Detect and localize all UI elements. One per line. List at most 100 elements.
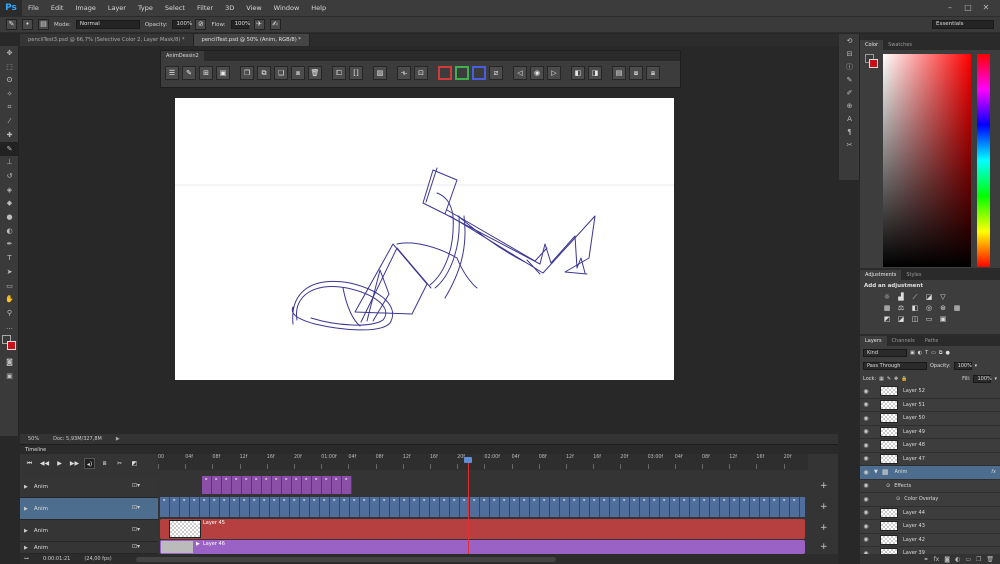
- frame-cell[interactable]: ▸: [770, 497, 780, 517]
- mode-select[interactable]: Normal: [75, 20, 140, 29]
- frame-cell[interactable]: ▸: [220, 497, 230, 517]
- layer-row[interactable]: ◉ Layer 48: [860, 439, 1000, 453]
- frame-cell[interactable]: ▸: [610, 497, 620, 517]
- brush-panel-toggle-icon[interactable]: ▤: [38, 19, 49, 30]
- frame-cell[interactable]: ▸: [300, 497, 310, 517]
- frame-cell[interactable]: ▸: [262, 476, 272, 494]
- frame-cell[interactable]: ▸: [400, 497, 410, 517]
- frame-cell[interactable]: ▸: [180, 497, 190, 517]
- layer-row[interactable]: ◉ Layer 44: [860, 506, 1000, 520]
- color-balance-icon[interactable]: ⚖: [896, 303, 906, 313]
- transition-icon[interactable]: ◩: [129, 458, 140, 469]
- tool-presets-icon[interactable]: ✂: [839, 138, 860, 151]
- close-button[interactable]: ✕: [980, 3, 992, 13]
- tab-pencil-test-3[interactable]: pencilTest3.psd @ 66,7% (Selective Color…: [20, 34, 194, 46]
- brush-tool-preset-icon[interactable]: ✎: [6, 19, 17, 30]
- filter-smart-icon[interactable]: ⧉: [939, 350, 943, 356]
- crop-tool-icon[interactable]: ⌗: [0, 101, 19, 115]
- duplicate-frame-icon[interactable]: ⧉: [257, 66, 271, 80]
- split-left-icon[interactable]: ◧: [571, 66, 585, 80]
- frame-cell[interactable]: ▸: [230, 497, 240, 517]
- green-overlay-icon[interactable]: [455, 66, 469, 80]
- frame-cell[interactable]: ▸: [700, 497, 710, 517]
- frame-cell[interactable]: ▸: [670, 497, 680, 517]
- frame-cell[interactable]: ▸: [312, 476, 322, 494]
- frame-cell[interactable]: ▸: [380, 497, 390, 517]
- channel-mixer-icon[interactable]: ⊛: [938, 303, 948, 313]
- frame-cell[interactable]: ▸: [342, 476, 352, 494]
- posterize-icon[interactable]: ◪: [896, 314, 906, 324]
- add-mask-icon[interactable]: ◙: [944, 556, 950, 563]
- frame-cell[interactable]: ▸: [650, 497, 660, 517]
- timeline-row[interactable]: ▶ Anim ⊡▾: [20, 498, 158, 520]
- delete-frame-icon[interactable]: 🗑: [308, 66, 322, 80]
- quick-mask-icon[interactable]: ◙: [0, 355, 19, 369]
- eraser-tool-icon[interactable]: ◈: [0, 183, 19, 197]
- frame-cell[interactable]: ▸: [590, 497, 600, 517]
- exposure-icon[interactable]: ◪: [924, 292, 934, 302]
- new-adjustment-icon[interactable]: ◐: [955, 556, 960, 563]
- tab-adjustments[interactable]: Adjustments: [860, 270, 902, 280]
- frame-cell[interactable]: ▸: [500, 497, 510, 517]
- frame-cell[interactable]: ▸: [690, 497, 700, 517]
- frame-cell[interactable]: ▸: [420, 497, 430, 517]
- menu-type[interactable]: Type: [132, 4, 159, 12]
- frame-cell[interactable]: ▸: [760, 497, 770, 517]
- frame-cell[interactable]: ▸: [480, 497, 490, 517]
- menu-image[interactable]: Image: [69, 4, 101, 12]
- frame-cell[interactable]: ▸: [302, 476, 312, 494]
- background-color-swatch[interactable]: [7, 341, 16, 351]
- flow-field[interactable]: 100%: [230, 20, 250, 29]
- track-options-icon[interactable]: ⊡▾: [132, 543, 140, 550]
- frame-cell[interactable]: ▸: [360, 497, 370, 517]
- center-icon[interactable]: ◉: [530, 66, 544, 80]
- visibility-eye-icon[interactable]: ◉: [860, 455, 872, 462]
- effect-eye-icon[interactable]: ◉: [860, 496, 872, 503]
- history-icon[interactable]: ⟲: [839, 34, 860, 47]
- color-spectrum-field[interactable]: [883, 54, 971, 267]
- red-overlay-icon[interactable]: [438, 66, 452, 80]
- zoom-tool-icon[interactable]: ⚲: [0, 306, 19, 320]
- tab-color[interactable]: Color: [860, 40, 884, 50]
- save-icon[interactable]: ▣: [216, 66, 230, 80]
- color-lookup-icon[interactable]: ▦: [952, 303, 962, 313]
- frame-cell[interactable]: ▸: [790, 497, 800, 517]
- frame-cell[interactable]: ▸: [260, 497, 270, 517]
- frame-cell[interactable]: ▸: [332, 476, 342, 494]
- visibility-eye-icon[interactable]: ◉: [860, 469, 872, 476]
- current-timecode[interactable]: 0:00:01:21: [43, 556, 70, 562]
- doc-export-icon[interactable]: ⧆: [646, 66, 660, 80]
- status-menu-arrow-icon[interactable]: ▶: [116, 436, 120, 442]
- timeline-row[interactable]: ▶ Anim ⊡▾: [20, 520, 158, 542]
- lasso-tool-icon[interactable]: ʘ: [0, 73, 19, 87]
- menu-file[interactable]: File: [22, 4, 45, 12]
- gradient-map-icon[interactable]: ▭: [924, 314, 934, 324]
- frame-cell[interactable]: ▸: [290, 497, 300, 517]
- frame-cell[interactable]: ▸: [570, 497, 580, 517]
- list-layers-icon[interactable]: ☰: [165, 66, 179, 80]
- filter-type-icon[interactable]: T: [925, 350, 928, 356]
- eyedropper-tool-icon[interactable]: ⁄: [0, 114, 19, 128]
- pressure-size-icon[interactable]: ✍: [269, 19, 281, 30]
- filter-shape-icon[interactable]: ▭: [931, 350, 936, 356]
- frame-cell[interactable]: ▸: [190, 497, 200, 517]
- menu-help[interactable]: Help: [305, 4, 332, 12]
- audio-icon[interactable]: ◂): [84, 457, 95, 469]
- selective-color-icon[interactable]: ▣: [938, 314, 948, 324]
- properties-icon[interactable]: ⊟: [839, 47, 860, 60]
- frame-cell[interactable]: ▸: [740, 497, 750, 517]
- hatch-icon[interactable]: ▨: [373, 66, 387, 80]
- play-icon[interactable]: ▶: [54, 458, 65, 469]
- add-media-icon[interactable]: +: [820, 523, 828, 533]
- layer-opacity-field[interactable]: 100%: [953, 361, 972, 370]
- grid-icon[interactable]: ⊞: [199, 66, 213, 80]
- step-forward-icon[interactable]: ▷: [547, 66, 561, 80]
- hue-saturation-icon[interactable]: ▦: [882, 303, 892, 313]
- frame-cell[interactable]: ▸: [600, 497, 610, 517]
- hand-tool-icon[interactable]: ✋: [0, 292, 19, 306]
- layer-row[interactable]: ◉ Layer 42: [860, 533, 1000, 547]
- layer-row[interactable]: ◉ Layer 50: [860, 412, 1000, 426]
- frame-cell[interactable]: ▸: [252, 476, 262, 494]
- purple-frame-clip[interactable]: ▸ ▸ ▸ ▸ ▸ ▸ ▸ ▸ ▸ ▸ ▸ ▸ ▸ ▸ ▸: [202, 476, 352, 494]
- menu-edit[interactable]: Edit: [45, 4, 70, 12]
